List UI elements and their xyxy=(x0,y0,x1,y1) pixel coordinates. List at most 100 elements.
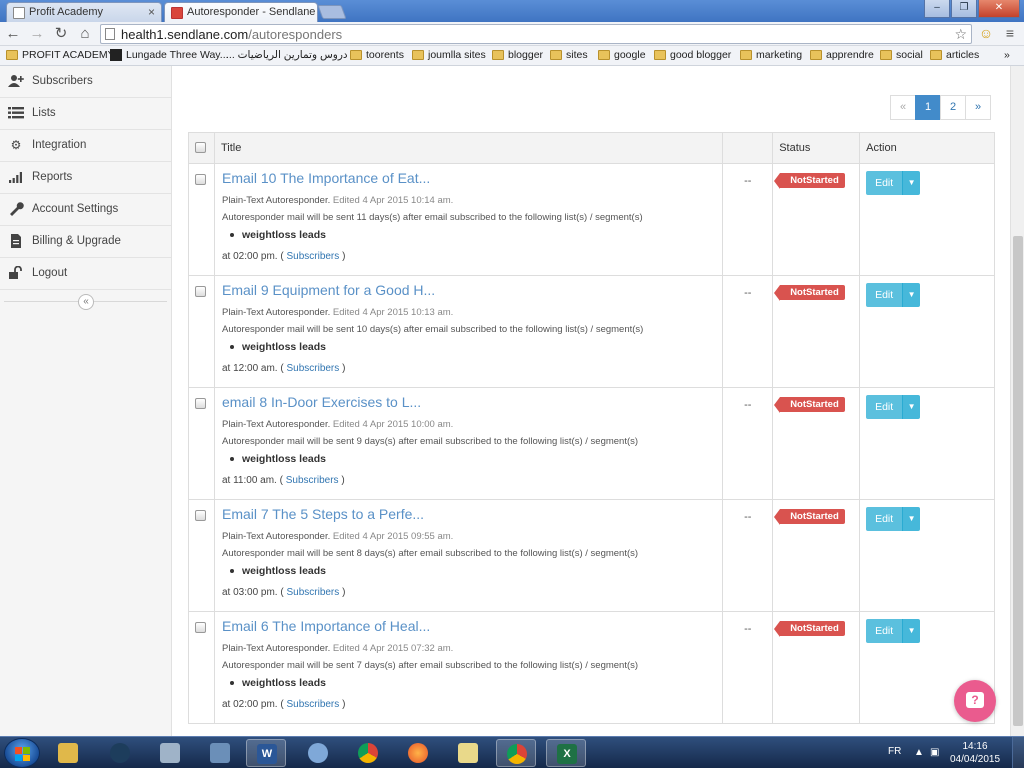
close-icon[interactable]: × xyxy=(148,5,155,19)
row-checkbox[interactable] xyxy=(195,622,206,633)
row-checkbox[interactable] xyxy=(195,510,206,521)
taskbar-word[interactable]: W xyxy=(246,739,286,767)
chevron-down-icon[interactable]: ▼ xyxy=(902,283,921,307)
folder-icon xyxy=(598,50,610,60)
sidebar-item-subscribers[interactable]: Subscribers xyxy=(0,66,171,98)
collapse-sidebar-button[interactable]: « xyxy=(78,294,94,310)
restore-button[interactable]: ❐ xyxy=(951,0,977,18)
subscribers-link[interactable]: Subscribers xyxy=(286,475,339,486)
pagination-next-button[interactable]: » xyxy=(965,95,991,120)
chevron-down-icon[interactable]: ▼ xyxy=(902,507,921,531)
edit-button[interactable]: Edit xyxy=(866,395,903,419)
tab-autoresponder[interactable]: Autoresponder - Sendlane xyxy=(164,2,318,22)
taskbar-excel[interactable]: X xyxy=(546,739,586,767)
bookmark-item[interactable]: articles xyxy=(930,49,979,61)
autoresponder-title-link[interactable]: Email 9 Equipment for a Good H... xyxy=(222,282,715,304)
select-all-checkbox[interactable] xyxy=(195,142,206,153)
help-chat-button[interactable]: ? xyxy=(954,680,996,722)
bookmark-star-icon[interactable]: ☆ xyxy=(954,26,967,43)
close-window-button[interactable]: ✕ xyxy=(978,0,1020,18)
pagination-prev-button[interactable]: « xyxy=(890,95,916,120)
autoresponder-title-link[interactable]: Email 7 The 5 Steps to a Perfe... xyxy=(222,506,715,528)
system-clock[interactable]: 14:16 04/04/2015 xyxy=(950,740,1000,766)
menu-icon[interactable]: ≡ xyxy=(1002,25,1018,41)
taskbar-app[interactable] xyxy=(448,739,488,767)
autoresponder-title-link[interactable]: Email 10 The Importance of Eat... xyxy=(222,170,715,192)
bookmark-item[interactable]: Lungade Three Way... xyxy=(110,49,229,61)
sidebar-item-lists[interactable]: Lists xyxy=(0,98,171,130)
network-icon[interactable]: ▣ xyxy=(930,747,942,759)
bookmark-item[interactable]: marketing xyxy=(740,49,802,61)
subscribers-link[interactable]: Subscribers xyxy=(286,587,339,598)
status-badge: NotStarted xyxy=(774,509,845,525)
edit-button[interactable]: Edit xyxy=(866,619,903,643)
bookmark-item[interactable]: good blogger xyxy=(654,49,731,61)
header-action: Action xyxy=(859,132,995,164)
start-button[interactable] xyxy=(4,738,40,768)
sidebar-item-billing-upgrade[interactable]: Billing & Upgrade xyxy=(0,226,171,258)
chevron-down-icon[interactable]: ▼ xyxy=(902,171,921,195)
edit-button[interactable]: Edit xyxy=(866,283,903,307)
edit-button[interactable]: Edit xyxy=(866,171,903,195)
taskbar-app[interactable] xyxy=(200,739,240,767)
bookmarks-overflow-button[interactable]: » xyxy=(1004,49,1010,61)
folder-icon xyxy=(6,50,18,60)
back-arrow-icon[interactable]: ← xyxy=(4,25,22,43)
autoresponder-description: Autoresponder mail will be sent 9 days(s… xyxy=(221,436,639,447)
taskbar-calculator[interactable] xyxy=(150,739,190,767)
home-icon[interactable]: ⌂ xyxy=(76,25,94,43)
taskbar-explorer[interactable] xyxy=(48,739,88,767)
bookmark-item[interactable]: social xyxy=(880,49,923,61)
subscribers-link[interactable]: Subscribers xyxy=(286,363,339,374)
row-action-cell: Edit ▼ xyxy=(859,499,995,612)
taskbar-firefox[interactable] xyxy=(398,739,438,767)
sidebar-item-reports[interactable]: Reports xyxy=(0,162,171,194)
show-desktop-button[interactable] xyxy=(1012,737,1024,768)
autoresponder-title-link[interactable]: email 8 In-Door Exercises to L... xyxy=(222,394,715,416)
bookmark-item[interactable]: PROFIT ACADEMY xyxy=(6,49,115,61)
pagination-page-1[interactable]: 1 xyxy=(915,95,941,120)
sidebar-item-label: Logout xyxy=(32,267,68,279)
autoresponder-type: Plain-Text Autoresponder. xyxy=(221,643,331,654)
sidebar-item-logout[interactable]: Logout xyxy=(0,258,171,290)
row-checkbox[interactable] xyxy=(195,398,206,409)
new-tab-button[interactable] xyxy=(317,5,347,19)
autoresponder-title-link[interactable]: Email 6 The Importance of Heal... xyxy=(222,618,715,640)
sidebar-item-account-settings[interactable]: Account Settings xyxy=(0,194,171,226)
autoresponder-description: Autoresponder mail will be sent 11 days(… xyxy=(221,212,643,223)
vertical-scrollbar[interactable] xyxy=(1010,66,1024,736)
bookmark-item[interactable]: joumlla sites xyxy=(412,49,486,61)
forward-arrow-icon[interactable]: → xyxy=(28,25,46,43)
table-row: Email 7 The 5 Steps to a Perfe... Plain-T… xyxy=(188,499,995,612)
taskbar-chrome-active[interactable] xyxy=(496,739,536,767)
bookmark-item[interactable]: sites xyxy=(550,49,588,61)
tab-profit-academy[interactable]: Profit Academy × xyxy=(6,2,162,22)
row-checkbox[interactable] xyxy=(195,174,206,185)
reload-icon[interactable]: ↻ xyxy=(52,25,70,43)
bookmark-item[interactable]: دروس وتمارين الرياضيات ... xyxy=(226,49,348,61)
minimize-button[interactable]: – xyxy=(924,0,950,18)
bookmark-item[interactable]: toorents xyxy=(350,49,404,61)
subscribers-link[interactable]: Subscribers xyxy=(286,699,339,710)
subscribers-link[interactable]: Subscribers xyxy=(286,251,339,262)
bookmark-label: google xyxy=(614,49,646,61)
bookmark-item[interactable]: google xyxy=(598,49,646,61)
scrollbar-thumb[interactable] xyxy=(1013,236,1023,726)
pagination-page-2[interactable]: 2 xyxy=(940,95,966,120)
row-extra-cell: -- xyxy=(722,275,774,388)
language-indicator[interactable]: FR xyxy=(888,746,901,757)
target-list-name: weightloss leads xyxy=(229,341,715,353)
tray-arrow-icon[interactable]: ▲ xyxy=(914,747,926,759)
row-checkbox[interactable] xyxy=(195,286,206,297)
extension-icon[interactable]: ☺ xyxy=(978,25,994,41)
taskbar-chrome[interactable] xyxy=(348,739,388,767)
sidebar-item-integration[interactable]: ⚙ Integration xyxy=(0,130,171,162)
chevron-down-icon[interactable]: ▼ xyxy=(902,619,921,643)
chevron-down-icon[interactable]: ▼ xyxy=(902,395,921,419)
taskbar-app[interactable] xyxy=(298,739,338,767)
address-bar[interactable]: health1.sendlane.com/autoresponders ☆ xyxy=(100,24,972,44)
bookmark-item[interactable]: apprendre xyxy=(810,49,874,61)
bookmark-item[interactable]: blogger xyxy=(492,49,543,61)
edit-button[interactable]: Edit xyxy=(866,507,903,531)
taskbar-app[interactable] xyxy=(100,739,140,767)
